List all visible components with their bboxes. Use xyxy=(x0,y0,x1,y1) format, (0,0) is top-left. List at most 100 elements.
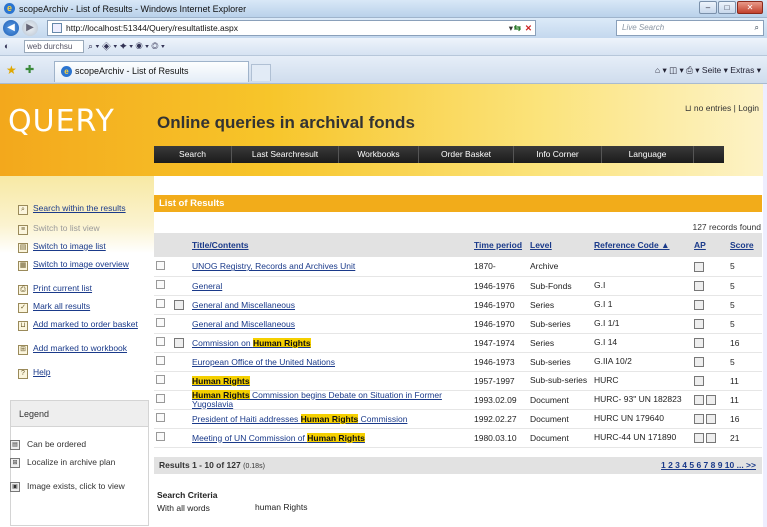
search-icon[interactable]: ⌕ xyxy=(755,21,759,35)
login-link[interactable]: Login xyxy=(738,103,759,113)
sidebar-item-help[interactable]: ? Help xyxy=(18,368,153,379)
minimize-button[interactable]: – xyxy=(699,1,717,14)
cell-title[interactable]: Meeting of UN Commission of Human Rights xyxy=(190,428,472,448)
cell-title[interactable]: General xyxy=(190,276,472,296)
back-button[interactable]: ◀ xyxy=(3,20,19,36)
cell-title[interactable]: General and Miscellaneous xyxy=(190,314,472,334)
cell-title[interactable]: Commission on Human Rights xyxy=(190,333,472,353)
cell-select[interactable] xyxy=(154,352,172,372)
image-icon[interactable] xyxy=(706,413,717,424)
order-icon[interactable] xyxy=(174,299,184,310)
cell-select[interactable] xyxy=(154,314,172,334)
localize-icon[interactable] xyxy=(694,375,704,386)
cell-select[interactable] xyxy=(154,371,172,391)
row-title-link[interactable]: General and Miscellaneous xyxy=(192,300,295,310)
page-links[interactable]: 1 2 3 4 5 6 7 8 9 10 ... >> xyxy=(661,457,756,474)
cell-title[interactable]: Human Rights xyxy=(190,371,472,391)
row-checkbox[interactable] xyxy=(156,394,165,403)
sidebar-item-mark-all[interactable]: ✓ Mark all results xyxy=(18,302,153,313)
menu-search[interactable]: Search xyxy=(154,146,232,163)
cell-title[interactable]: General and Miscellaneous xyxy=(190,295,472,315)
col-time[interactable]: Time period xyxy=(472,233,528,257)
toolbar-search-input[interactable]: web durchsu xyxy=(24,40,84,53)
new-tab-button[interactable] xyxy=(251,64,271,81)
localize-icon[interactable] xyxy=(694,432,704,443)
page-subtitle: Online queries in archival fonds xyxy=(157,113,415,132)
row-title-link[interactable]: General and Miscellaneous xyxy=(192,319,295,329)
sidebar-item-image-overview[interactable]: ▦ Switch to image overview xyxy=(18,260,153,271)
sidebar-item-search-within[interactable]: ⌕ Search within the results xyxy=(18,204,153,215)
col-level[interactable]: Level xyxy=(528,233,592,257)
tab-active[interactable]: scopeArchiv - List of Results xyxy=(54,61,249,82)
row-title-link[interactable]: European Office of the United Nations xyxy=(192,357,335,367)
image-icon[interactable] xyxy=(706,432,717,443)
stop-icon[interactable]: ✕ xyxy=(525,21,532,35)
row-checkbox[interactable] xyxy=(156,318,165,327)
refresh-icon[interactable]: ⇆ xyxy=(514,21,521,35)
basket-icon: ⊔ xyxy=(684,103,692,113)
row-title-link[interactable]: Commission on Human Rights xyxy=(192,337,311,348)
localize-icon[interactable] xyxy=(694,394,704,405)
cell-title[interactable]: UNOG Registry, Records and Archives Unit xyxy=(190,257,472,277)
menu-order-basket[interactable]: Order Basket xyxy=(419,146,514,163)
menu-last-searchresult[interactable]: Last Searchresult xyxy=(232,146,339,163)
cell-select[interactable] xyxy=(154,276,172,296)
add-favorite-icon[interactable]: ✚ xyxy=(25,63,34,76)
url-dropdown-icon[interactable]: ▾ xyxy=(509,21,513,35)
cell-title[interactable]: European Office of the United Nations xyxy=(190,352,472,372)
row-checkbox[interactable] xyxy=(156,299,165,308)
image-icon[interactable] xyxy=(706,394,717,405)
scrollbar[interactable] xyxy=(763,84,767,527)
menu-workbooks[interactable]: Workbooks xyxy=(339,146,419,163)
row-checkbox[interactable] xyxy=(156,413,165,422)
row-title-link[interactable]: Human Rights xyxy=(192,375,250,386)
row-checkbox[interactable] xyxy=(156,356,165,365)
col-score[interactable]: Score xyxy=(728,233,762,257)
row-title-link[interactable]: General xyxy=(192,281,222,291)
cell-select[interactable] xyxy=(154,295,172,315)
command-bar[interactable]: ⌂ ▾ ◫ ▾ ⎙ ▾ Seite ▾ Extras ▾ xyxy=(655,65,761,76)
col-title[interactable]: Title/Contents xyxy=(190,233,472,257)
sidebar-item-image-list[interactable]: ▤ Switch to image list xyxy=(18,242,153,253)
row-checkbox[interactable] xyxy=(156,375,165,384)
localize-icon[interactable] xyxy=(694,299,704,310)
localize-icon[interactable] xyxy=(694,337,704,348)
row-title-link[interactable]: UNOG Registry, Records and Archives Unit xyxy=(192,261,355,271)
menu-language[interactable]: Language xyxy=(602,146,694,163)
basket-status[interactable]: no entries xyxy=(694,103,731,113)
cell-select[interactable] xyxy=(154,409,172,429)
order-icon[interactable] xyxy=(174,337,184,348)
url-field[interactable]: http://localhost:51344/Query/resultatlis… xyxy=(47,20,536,36)
sidebar-item-print[interactable]: ⎙ Print current list xyxy=(18,284,153,295)
row-checkbox[interactable] xyxy=(156,337,165,346)
localize-icon[interactable] xyxy=(694,261,704,272)
close-button[interactable]: ✕ xyxy=(737,1,763,14)
sidebar-item-add-basket[interactable]: ⊔ Add marked to order basket xyxy=(18,320,153,331)
cell-select[interactable] xyxy=(154,390,172,410)
row-title-link[interactable]: President of Haiti addresses Human Right… xyxy=(192,413,407,424)
row-checkbox[interactable] xyxy=(156,280,165,289)
col-ap[interactable]: AP xyxy=(692,233,728,257)
row-checkbox[interactable] xyxy=(156,432,165,441)
maximize-button[interactable]: □ xyxy=(718,1,736,14)
row-title-link[interactable]: Human Rights Commission begins Debate on… xyxy=(192,389,442,409)
row-title-link[interactable]: Meeting of UN Commission of Human Rights xyxy=(192,432,365,443)
live-search-input[interactable]: Live Search ⌕ xyxy=(616,20,764,36)
cell-title[interactable]: Human Rights Commission begins Debate on… xyxy=(190,389,472,410)
localize-icon[interactable] xyxy=(694,413,704,424)
help-icon: ? xyxy=(18,369,28,379)
localize-icon[interactable] xyxy=(694,280,704,291)
cell-select[interactable] xyxy=(154,333,172,353)
cell-select[interactable] xyxy=(154,257,172,277)
forward-button[interactable]: ▶ xyxy=(22,20,38,36)
sidebar-item-add-workbook[interactable]: ⊞ Add marked to workbook xyxy=(18,344,153,355)
col-ref[interactable]: Reference Code ▲ xyxy=(592,233,692,257)
cell-title[interactable]: President of Haiti addresses Human Right… xyxy=(190,409,472,429)
menu-info-corner[interactable]: Info Corner xyxy=(514,146,602,163)
favorites-star-icon[interactable]: ★ xyxy=(6,63,17,77)
cell-select[interactable] xyxy=(154,428,172,448)
localize-icon[interactable] xyxy=(694,318,704,329)
localize-icon[interactable] xyxy=(694,356,704,367)
row-checkbox[interactable] xyxy=(156,260,165,270)
toolbar-search-icon[interactable]: ⌕ ▾ ◈ ▾ ✦ ▾ ◉ ▾ ◎ ▾ xyxy=(88,41,165,52)
